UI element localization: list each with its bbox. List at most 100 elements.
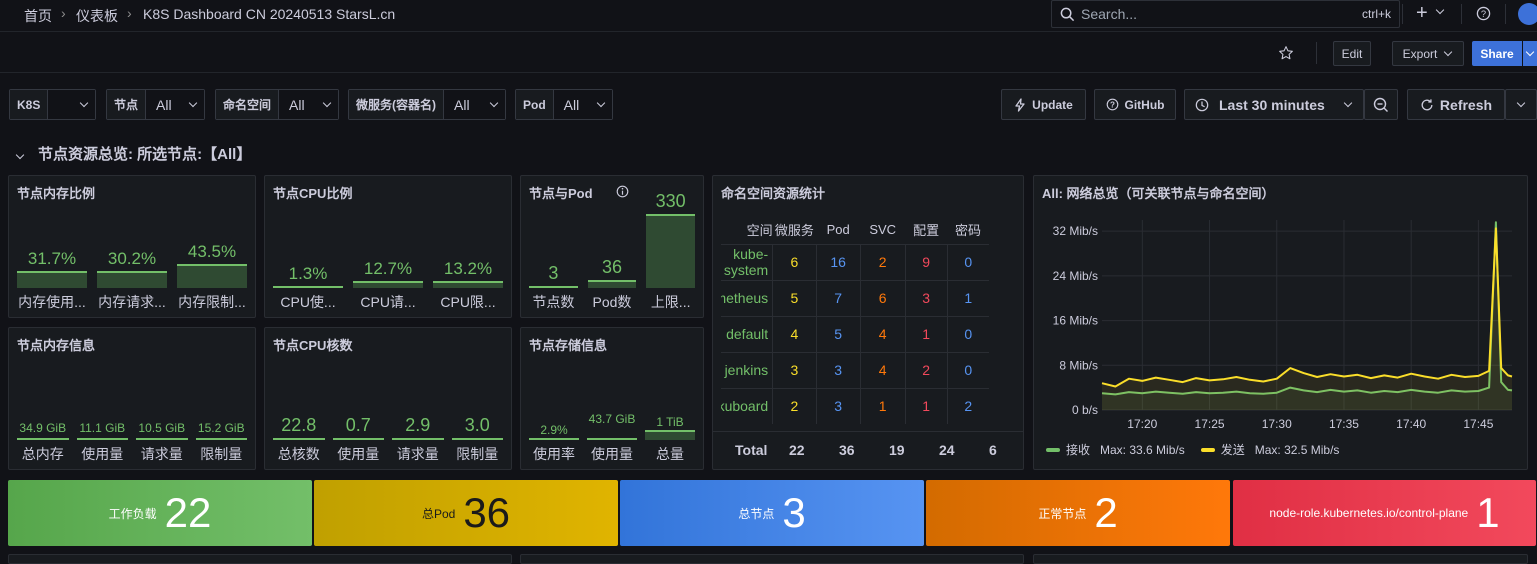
count-cell: 1 — [946, 279, 989, 316]
y-tick-label: 32 Mib/s — [1053, 224, 1098, 238]
gauge-label: CPU限... — [440, 294, 496, 310]
total-cell: 19 — [889, 442, 905, 458]
gauge-value: 11.1 GiB — [79, 421, 126, 435]
gauge-value: 12.7% — [363, 259, 413, 278]
variable-select[interactable]: All — [553, 90, 612, 119]
top-bar: 首页 › 仪表板 › K8S Dashboard CN 20240513 Sta… — [0, 0, 1537, 32]
avatar[interactable] — [1518, 3, 1537, 25]
gauge-label: 使用量 — [81, 446, 124, 462]
gauge-value: 2.9 — [405, 415, 431, 435]
gauge-bar — [451, 438, 503, 440]
time-range-picker[interactable]: Last 30 minutes — [1184, 89, 1364, 120]
variable-label: 微服务(容器名) — [349, 90, 444, 119]
table-scroll[interactable]: 空间微服务PodSVC配置密码 kube-system616290prometh… — [721, 216, 1017, 426]
share-button[interactable]: Share — [1472, 41, 1522, 66]
gauge: 12.7% CPU请... — [353, 176, 423, 317]
column-header[interactable]: 配置 — [905, 216, 947, 244]
gauge-label: 总内存 — [21, 446, 64, 462]
help-icon[interactable]: ? — [1476, 6, 1491, 21]
series-line — [1101, 221, 1513, 396]
stat-value: 1 — [1476, 489, 1500, 536]
network-chart[interactable]: 0 b/s 8 Mib/s 16 Mib/s 24 Mib/s 32 Mib/s 17:2… — [1034, 206, 1529, 446]
chevron-down-icon — [1435, 5, 1445, 15]
variable-namespace[interactable]: 命名空间 All — [215, 89, 339, 120]
variable-k8s[interactable]: K8S — [9, 89, 96, 120]
count-cell: 2 — [946, 387, 989, 424]
gauge-bar — [646, 214, 695, 288]
panel-node-and-pod: 节点与Pod 3 节点数 36 Pod数 330 上限... — [520, 175, 704, 318]
x-tick-label: 17:20 — [1127, 417, 1157, 431]
variable-value: All — [289, 96, 305, 113]
github-link-button[interactable]: ? GitHub — [1094, 89, 1176, 120]
gauge: 43.5% 内存限制... — [177, 176, 247, 317]
variable-select[interactable]: All — [146, 90, 204, 119]
gauge: 1.3% CPU使... — [273, 176, 343, 317]
share-dropdown-button[interactable] — [1523, 41, 1537, 66]
legend-swatch — [1200, 447, 1215, 452]
add-button[interactable]: + — [1416, 2, 1428, 24]
column-header[interactable]: Pod — [816, 216, 860, 244]
variable-select[interactable]: All — [444, 90, 505, 119]
count-cell: 4 — [859, 351, 906, 388]
stat-box: 工作负载 22 — [8, 480, 312, 546]
panel-edge — [1033, 554, 1528, 564]
gauge: 330 上限... — [646, 176, 695, 317]
star-icon[interactable] — [1278, 45, 1294, 61]
time-range-label: Last 30 minutes — [1219, 96, 1325, 113]
breadcrumb-dashboards[interactable]: 仪表板 — [76, 6, 118, 26]
row-collapse-toggle[interactable] — [15, 146, 25, 161]
gauge-value: 1.3% — [288, 264, 328, 283]
column-header[interactable]: 微服务 — [773, 216, 816, 244]
gauge-label: 内存使用... — [18, 294, 86, 310]
breadcrumb-home[interactable]: 首页 — [24, 6, 52, 26]
series-line — [1101, 227, 1513, 388]
question-circle-icon: ? — [1106, 98, 1118, 111]
column-header[interactable]: SVC — [860, 216, 905, 244]
edit-button[interactable]: Edit — [1333, 41, 1371, 66]
gauge-label: 内存请求... — [98, 294, 166, 310]
chevron-down-icon — [79, 98, 89, 108]
y-tick-label: 8 Mib/s — [1059, 358, 1098, 372]
panel-network-overview: All: 网络总览（可关联节点与命名空间） 0 b/s 8 Mib/s 16 Mib… — [1033, 175, 1528, 470]
legend-series-name[interactable]: 接收 — [1066, 441, 1090, 458]
y-tick-label: 0 b/s — [1072, 403, 1098, 417]
gauge-bar — [76, 438, 128, 440]
column-header[interactable]: 空间 — [721, 216, 773, 244]
legend-series-name[interactable]: 发送 — [1221, 441, 1245, 458]
breadcrumb-current: K8S Dashboard CN 20240513 StarsL.cn — [143, 6, 396, 22]
divider — [1505, 4, 1506, 24]
table-row: default 4 5 4 1 0 — [721, 315, 989, 352]
gauge-label: 限制量 — [200, 446, 243, 462]
count-cell: 4 — [772, 315, 817, 352]
variable-pod[interactable]: Pod All — [515, 89, 613, 120]
stat-box: 总Pod 36 — [314, 480, 618, 546]
variable-node[interactable]: 节点 All — [106, 89, 205, 120]
search-input[interactable]: Search... ctrl+k — [1051, 0, 1400, 28]
gauge-bar — [433, 280, 503, 288]
refresh-button[interactable]: Refresh — [1407, 89, 1505, 120]
gauge-value: 10.5 GiB — [138, 421, 186, 435]
gauge-value: 30.2% — [107, 249, 157, 269]
variable-select[interactable] — [48, 90, 95, 119]
zoom-out-button[interactable] — [1364, 89, 1398, 120]
refresh-interval-dropdown[interactable] — [1505, 89, 1537, 120]
x-tick-label: 17:35 — [1329, 417, 1359, 431]
gauge-value: 3 — [548, 263, 559, 283]
table-row: jenkins 3 3 4 2 0 — [721, 351, 989, 388]
export-button[interactable]: Export — [1392, 41, 1464, 66]
series-area — [1102, 228, 1512, 410]
variable-microservice[interactable]: 微服务(容器名) All — [348, 89, 506, 120]
x-tick-label: 17:30 — [1262, 417, 1292, 431]
table-footer-total: Total 22 36 19 24 6 — [713, 431, 1023, 469]
panel-namespace-stats: 命名空间资源统计 空间 微服务 Pod SVC 配置 密码 kube-system 6 16 2… — [712, 175, 1024, 470]
row-title[interactable]: 节点资源总览: 所选节点:【All】 — [38, 143, 251, 164]
export-label: Export — [1402, 46, 1438, 61]
gauge-value: 330 — [655, 191, 686, 211]
gauge-label: 总量 — [656, 446, 684, 462]
gauge: 22.8 总核数 — [273, 328, 325, 469]
variable-select[interactable]: All — [279, 90, 338, 119]
gauge-value: 34.9 GiB — [19, 421, 67, 435]
stat-label: node-role.kubernetes.io/control-plane — [1269, 506, 1469, 520]
column-header[interactable]: 密码 — [947, 216, 989, 244]
update-link-button[interactable]: Update — [1001, 89, 1086, 120]
